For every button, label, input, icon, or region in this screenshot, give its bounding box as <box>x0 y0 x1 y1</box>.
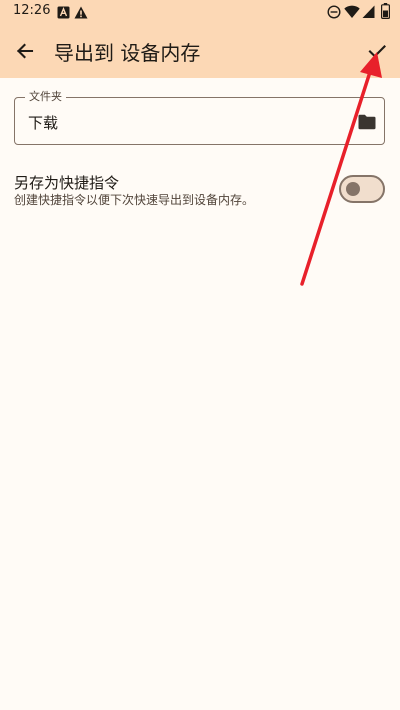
page-title: 导出到 设备内存 <box>54 41 201 65</box>
toggle-thumb <box>346 182 360 196</box>
folder-field-value: 下载 <box>28 114 59 132</box>
shortcut-toggle[interactable] <box>339 175 385 203</box>
save-as-shortcut-row[interactable]: 另存为快捷指令 创建快捷指令以便下次快速导出到设备内存。 <box>0 165 400 215</box>
check-icon <box>368 45 386 58</box>
arrow-back-icon <box>17 43 34 59</box>
shortcut-description: 创建快捷指令以便下次快速导出到设备内存。 <box>14 193 255 207</box>
app-bar: 导出到 设备内存 <box>0 24 400 78</box>
battery-icon <box>381 3 391 23</box>
confirm-button[interactable] <box>362 36 392 66</box>
wifi-icon <box>344 4 360 23</box>
back-button[interactable] <box>10 36 40 66</box>
folder-field[interactable]: 文件夹 下载 <box>14 89 385 145</box>
status-time: 12:26 <box>13 3 51 18</box>
shortcut-title: 另存为快捷指令 <box>14 174 120 192</box>
font-notification-icon <box>57 4 70 23</box>
warning-icon <box>74 4 88 23</box>
cellular-signal-icon <box>362 4 375 23</box>
do-not-disturb-icon <box>327 4 341 23</box>
folder-icon[interactable] <box>357 113 377 131</box>
status-bar: 12:26 <box>0 0 400 24</box>
folder-field-label: 文件夹 <box>25 89 66 105</box>
